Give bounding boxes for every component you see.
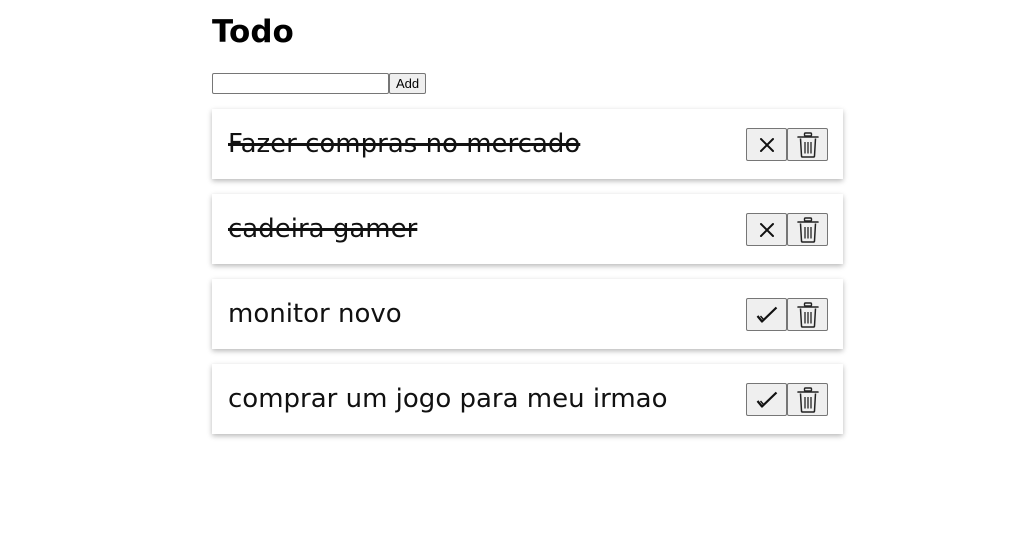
check-icon xyxy=(756,391,778,409)
trash-icon xyxy=(796,131,820,158)
page-title: Todo xyxy=(212,14,294,50)
trash-icon xyxy=(796,386,820,413)
add-todo-form: Add xyxy=(212,73,427,94)
x-icon xyxy=(759,222,775,238)
x-icon xyxy=(759,137,775,153)
new-todo-input[interactable] xyxy=(212,73,389,94)
todo-item: monitor novo xyxy=(212,279,843,349)
toggle-done-button[interactable] xyxy=(746,298,787,331)
toggle-undone-button[interactable] xyxy=(746,128,787,161)
trash-icon xyxy=(796,301,820,328)
delete-button[interactable] xyxy=(787,128,828,161)
delete-button[interactable] xyxy=(787,383,828,416)
trash-icon xyxy=(796,216,820,243)
todo-list: Fazer compras no mercado cadeira gamer m… xyxy=(212,109,843,449)
delete-button[interactable] xyxy=(787,298,828,331)
todo-item: cadeira gamer xyxy=(212,194,843,264)
todo-actions xyxy=(746,213,828,246)
check-icon xyxy=(756,306,778,324)
delete-button[interactable] xyxy=(787,213,828,246)
add-button[interactable]: Add xyxy=(389,73,427,94)
todo-actions xyxy=(746,383,828,416)
todo-actions xyxy=(746,298,828,331)
toggle-done-button[interactable] xyxy=(746,383,787,416)
todo-item: Fazer compras no mercado xyxy=(212,109,843,179)
todo-item: comprar um jogo para meu irmao xyxy=(212,364,843,434)
toggle-undone-button[interactable] xyxy=(746,213,787,246)
todo-actions xyxy=(746,128,828,161)
